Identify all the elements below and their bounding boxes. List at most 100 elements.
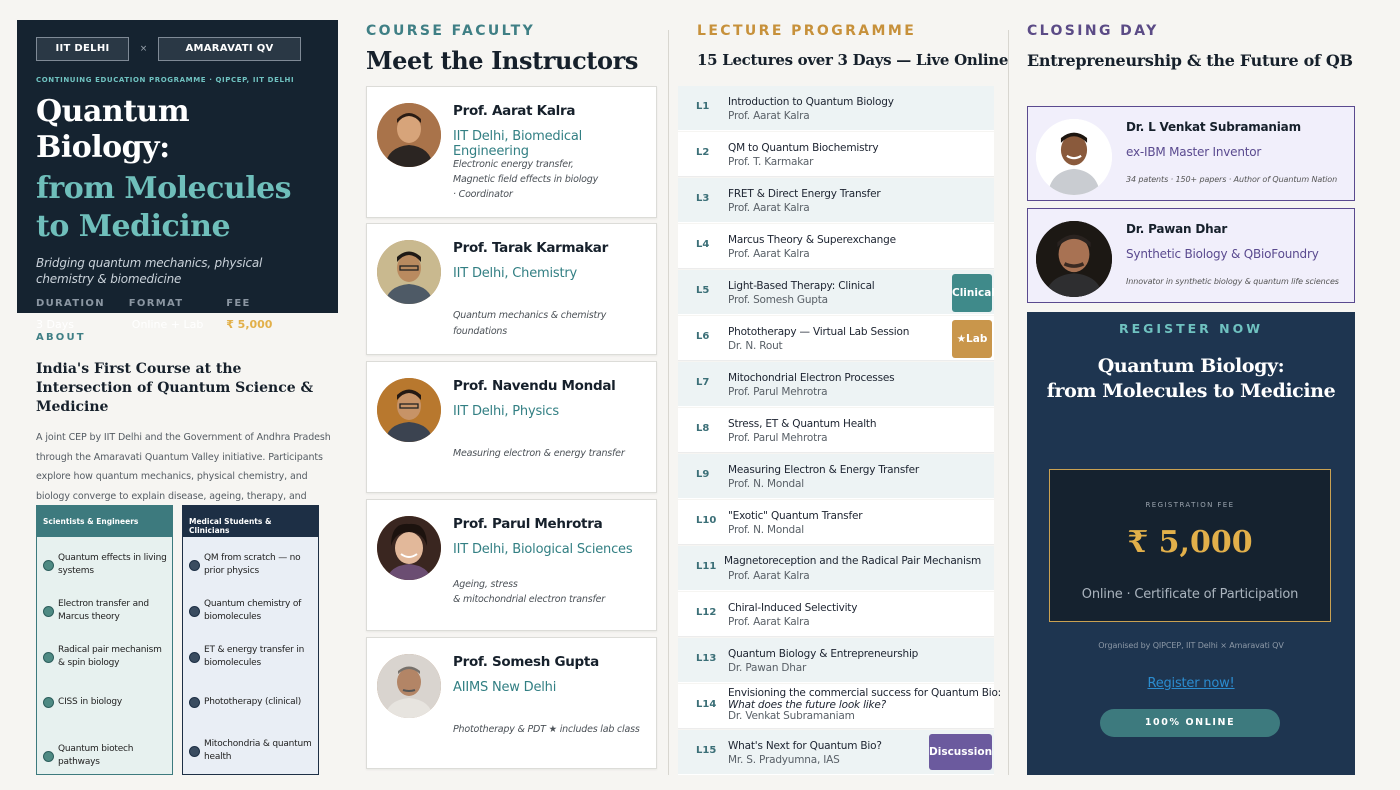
list-item-label: Quantum biotech pathways bbox=[58, 744, 134, 767]
list-item-label: Quantum chemistry of biomolecules bbox=[204, 599, 302, 622]
fact-format: FORMAT Online + Lab bbox=[129, 298, 226, 331]
speaker-affiliation: ex-IBM Master Inventor bbox=[1126, 145, 1262, 159]
lecture-speaker: Prof. Aarat Kalra bbox=[728, 110, 810, 122]
speaker-photo bbox=[1036, 221, 1112, 297]
lecture-speaker: Prof. Aarat Kalra bbox=[728, 570, 810, 582]
lecture-code: L8 bbox=[696, 423, 710, 434]
lecture-row: L4 Marcus Theory & Superexchange Prof. Aar… bbox=[678, 224, 994, 269]
lecture-speaker: Prof. Parul Mehrotra bbox=[728, 386, 828, 398]
list-item: Quantum biotech pathways bbox=[43, 743, 168, 769]
lecture-row: L1 Introduction to Quantum Biology Prof. A… bbox=[678, 86, 994, 131]
lecture-title: Magnetoreception and the Radical Pair Me… bbox=[724, 555, 982, 567]
lecture-code: L6 bbox=[696, 331, 710, 342]
register-heading: REGISTER NOW bbox=[1119, 321, 1263, 336]
list-item-label: Mitochondria & quantum health bbox=[204, 739, 312, 762]
instructor-card: Prof. Tarak Karmakar IIT Delhi, Chemistr… bbox=[366, 223, 657, 355]
speaker-name: Dr. L Venkat Subramaniam bbox=[1126, 120, 1301, 134]
speaker-note: 34 patents · 150+ papers · Author of Qua… bbox=[1126, 175, 1338, 184]
column-divider bbox=[668, 30, 669, 775]
lecture-code: L10 bbox=[696, 515, 717, 526]
instructor-photo bbox=[377, 240, 441, 304]
lecture-row: L9 Measuring Electron & Energy Transfer Pr… bbox=[678, 454, 994, 499]
bullet-icon bbox=[43, 750, 54, 762]
lecture-title: Light-Based Therapy: Clinical bbox=[728, 280, 875, 292]
instructor-photo bbox=[377, 516, 441, 580]
register-link[interactable]: Register now! bbox=[1027, 676, 1355, 691]
bullet-icon bbox=[189, 605, 200, 617]
instructor-photo bbox=[377, 103, 441, 167]
lecture-title: Quantum Biology & Entrepreneurship bbox=[728, 648, 919, 660]
amaravati-tag: AMARAVATI QV bbox=[158, 37, 301, 61]
lecture-title: Chiral-Induced Selectivity bbox=[728, 602, 858, 614]
lecture-speaker: Prof. Somesh Gupta bbox=[728, 294, 828, 306]
fee-amount: ₹ 5,000 bbox=[1127, 525, 1253, 560]
lecture-row: L13 Quantum Biology & Entrepreneurship Dr.… bbox=[678, 638, 994, 683]
list-item-label: Quantum effects in living systems bbox=[58, 553, 167, 576]
lecture-code: L5 bbox=[696, 285, 710, 296]
instructor-note: & mitochondrial electron transfer bbox=[453, 594, 605, 605]
lecture-code: L15 bbox=[696, 745, 717, 756]
list-item: Electron transfer and Marcus theory bbox=[43, 598, 168, 624]
hero-title-line2: from Molecules bbox=[36, 171, 292, 206]
lecture-badge: Clinical bbox=[952, 274, 995, 312]
lecture-speaker: Dr. Venkat Subramaniam bbox=[728, 710, 855, 722]
bullet-icon bbox=[43, 605, 54, 617]
register-panel: REGISTER NOW Quantum Biology: from Molec… bbox=[1027, 312, 1355, 775]
lecture-title: Mitochondrial Electron Processes bbox=[728, 372, 895, 384]
list-item-label: ET & energy transfer in biomolecules bbox=[204, 645, 305, 668]
lecture-row: L10 "Exotic" Quantum Transfer Prof. N. Mon… bbox=[678, 500, 994, 545]
instructor-note: Magnetic field effects in biology bbox=[453, 174, 599, 185]
fact-label: DURATION bbox=[36, 298, 105, 309]
lecture-speaker: Prof. N. Mondal bbox=[728, 478, 804, 490]
register-title: Quantum Biology: from Molecules to Medic… bbox=[1027, 354, 1355, 404]
lecture-title: Envisioning the commercial success for Q… bbox=[728, 687, 1002, 699]
list-item-label: QM from scratch — no prior physics bbox=[204, 553, 301, 576]
list-item-label: Electron transfer and Marcus theory bbox=[58, 599, 149, 622]
lecture-code: L7 bbox=[696, 377, 710, 388]
about-section: ABOUT India's First Course at the Inters… bbox=[36, 332, 336, 526]
lecture-code: L4 bbox=[696, 239, 710, 250]
audience-clinicians: Medical Students & Clinicians QM from sc… bbox=[182, 505, 319, 775]
lecture-code: L13 bbox=[696, 653, 717, 664]
lecture-title: What's Next for Quantum Bio? bbox=[728, 740, 882, 752]
faculty-title: Meet the Instructors bbox=[366, 46, 638, 75]
closing-title: Entrepreneurship & the Future of QB bbox=[1027, 51, 1353, 70]
instructor-photo bbox=[377, 378, 441, 442]
lecture-row: L5 Light-Based Therapy: Clinical Prof. Som… bbox=[678, 270, 995, 315]
register-title-line2: from Molecules to Medicine bbox=[1046, 380, 1336, 402]
instructor-affiliation: AIIMS New Delhi bbox=[453, 680, 557, 695]
bullet-icon bbox=[189, 697, 200, 708]
hero-tagline: Bridging quantum mechanics, physical che… bbox=[36, 256, 263, 286]
lecture-speaker: Prof. N. Mondal bbox=[728, 524, 804, 536]
instructor-name: Prof. Tarak Karmakar bbox=[453, 240, 608, 256]
lecture-speaker: Prof. Aarat Kalra bbox=[728, 616, 810, 628]
instructor-card: Prof. Navendu Mondal IIT Delhi, Physics … bbox=[366, 361, 657, 493]
fee-box: REGISTRATION FEE ₹ 5,000 Online · Certif… bbox=[1049, 469, 1331, 622]
bullet-icon bbox=[189, 651, 200, 663]
speaker-card: Dr. L Venkat Subramaniam ex-IBM Master I… bbox=[1027, 106, 1355, 201]
list-item: Mitochondria & quantum health bbox=[189, 738, 314, 764]
organiser-text: Organised by QIPCEP, IIT Delhi × Amarava… bbox=[1098, 641, 1284, 650]
iit-delhi-tag: IIT DELHI bbox=[36, 37, 129, 61]
lecture-title: Marcus Theory & Superexchange bbox=[728, 234, 896, 246]
lecture-title: Stress, ET & Quantum Health bbox=[728, 418, 877, 430]
fact-value: 3 Days bbox=[36, 318, 74, 331]
lecture-row: L2 QM to Quantum Biochemistry Prof. T. Kar… bbox=[678, 132, 994, 177]
lecture-code: L3 bbox=[696, 193, 710, 204]
instructor-photo bbox=[377, 654, 441, 718]
list-item: Radical pair mechanism & spin biology bbox=[43, 644, 168, 670]
speaker-note: Innovator in synthetic biology & quantum… bbox=[1126, 277, 1339, 286]
lecture-speaker: Prof. Aarat Kalra bbox=[728, 202, 810, 214]
lecture-speaker: Dr. Pawan Dhar bbox=[728, 662, 807, 674]
audience-heading: Medical Students & Clinicians bbox=[183, 506, 318, 537]
programme-title: 15 Lectures over 3 Days — Live Online bbox=[697, 51, 1009, 69]
lecture-row: L7 Mitochondrial Electron Processes Prof. … bbox=[678, 362, 994, 407]
instructor-card: Prof. Aarat Kalra IIT Delhi, Biomedical … bbox=[366, 86, 657, 218]
bullet-icon bbox=[189, 559, 200, 571]
lecture-code: L14 bbox=[696, 699, 717, 710]
instructor-note: Phototherapy & PDT ★ includes lab class bbox=[453, 724, 640, 735]
instructor-affiliation: IIT Delhi, Chemistry bbox=[453, 266, 577, 281]
instructor-card: Prof. Parul Mehrotra IIT Delhi, Biologic… bbox=[366, 499, 657, 631]
audience-heading: Scientists & Engineers bbox=[37, 506, 172, 537]
lecture-title: QM to Quantum Biochemistry bbox=[728, 142, 879, 154]
